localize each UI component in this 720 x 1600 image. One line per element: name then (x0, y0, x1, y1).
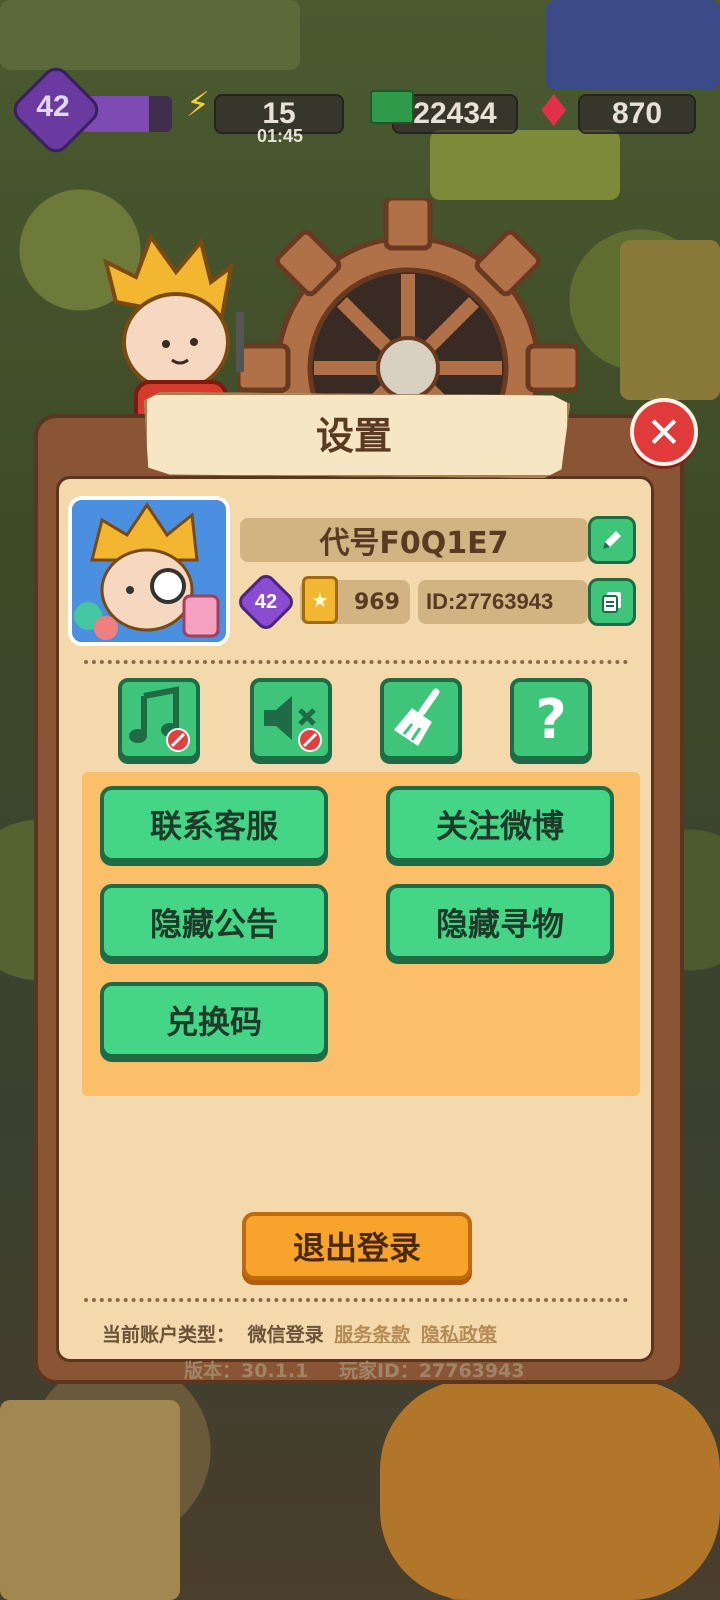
terms-link[interactable]: 服务条款 (334, 1324, 410, 1346)
music-note-muted-icon (129, 686, 190, 752)
cash-icon (370, 90, 414, 124)
dialog-title: 设置 (315, 413, 392, 458)
redeem-code-button[interactable]: 兑换码 (100, 982, 328, 1058)
divider (84, 1298, 628, 1302)
account-type-label: 当前账户类型： (102, 1324, 236, 1346)
broom-icon (394, 688, 440, 746)
sound-toggle[interactable] (250, 678, 332, 760)
profile-level: 42 (254, 590, 278, 613)
follow-weibo-button[interactable]: 关注微博 (386, 786, 614, 862)
privacy-link[interactable]: 隐私政策 (421, 1324, 497, 1346)
gem-icon: ♦ (534, 86, 574, 137)
speaker-muted-icon (264, 696, 322, 752)
copy-id-button[interactable] (588, 578, 636, 626)
player-name: 代号F0Q1E7 (240, 518, 588, 562)
hide-announcement-button[interactable]: 隐藏公告 (100, 884, 328, 960)
points-value: 969 (354, 589, 400, 615)
contact-support-button[interactable]: 联系客服 (100, 786, 328, 862)
account-type-value: 微信登录 (247, 1324, 324, 1346)
copy-icon (602, 592, 621, 613)
edit-name-button[interactable] (588, 516, 636, 564)
clipboard-star-icon: ★ (302, 576, 338, 624)
close-button[interactable]: ✕ (630, 398, 698, 466)
background-building (546, 0, 720, 90)
hide-search-button[interactable]: 隐藏寻物 (386, 884, 614, 960)
help-button[interactable]: ? (510, 678, 592, 760)
energy-timer: 01:45 (256, 126, 304, 146)
avatar-character-icon (72, 500, 226, 642)
question-mark-icon: ? (535, 687, 567, 751)
background-building (0, 1400, 180, 1600)
divider (84, 660, 628, 664)
background-building (430, 130, 620, 200)
version-text: 版本：30.1.1 (184, 1360, 309, 1382)
level-number: 42 (36, 90, 70, 123)
close-x-icon: ✕ (646, 407, 682, 457)
player-id: ID:27763943 (426, 589, 554, 614)
lightning-icon: ⚡ (186, 85, 210, 125)
account-type-line: 当前账户类型： 微信登录 服务条款 隐私政策 (102, 1320, 497, 1347)
cash-value: 22434 (413, 97, 497, 130)
avatar[interactable] (68, 496, 230, 646)
background-building (0, 0, 300, 70)
gem-value: 870 (611, 97, 663, 130)
pencil-icon (603, 531, 621, 549)
background-building (620, 240, 720, 400)
version-line: 版本：30.1.1 玩家ID：27763943 (184, 1356, 525, 1383)
id-box: ID:27763943 (418, 580, 588, 624)
background-tree (380, 1380, 720, 1600)
gem-counter[interactable]: 870 (578, 94, 696, 134)
music-toggle[interactable] (118, 678, 200, 760)
clear-cache-button[interactable] (380, 678, 462, 760)
player-id-text: 玩家ID：27763943 (338, 1360, 525, 1382)
logout-button[interactable]: 退出登录 (242, 1212, 472, 1280)
